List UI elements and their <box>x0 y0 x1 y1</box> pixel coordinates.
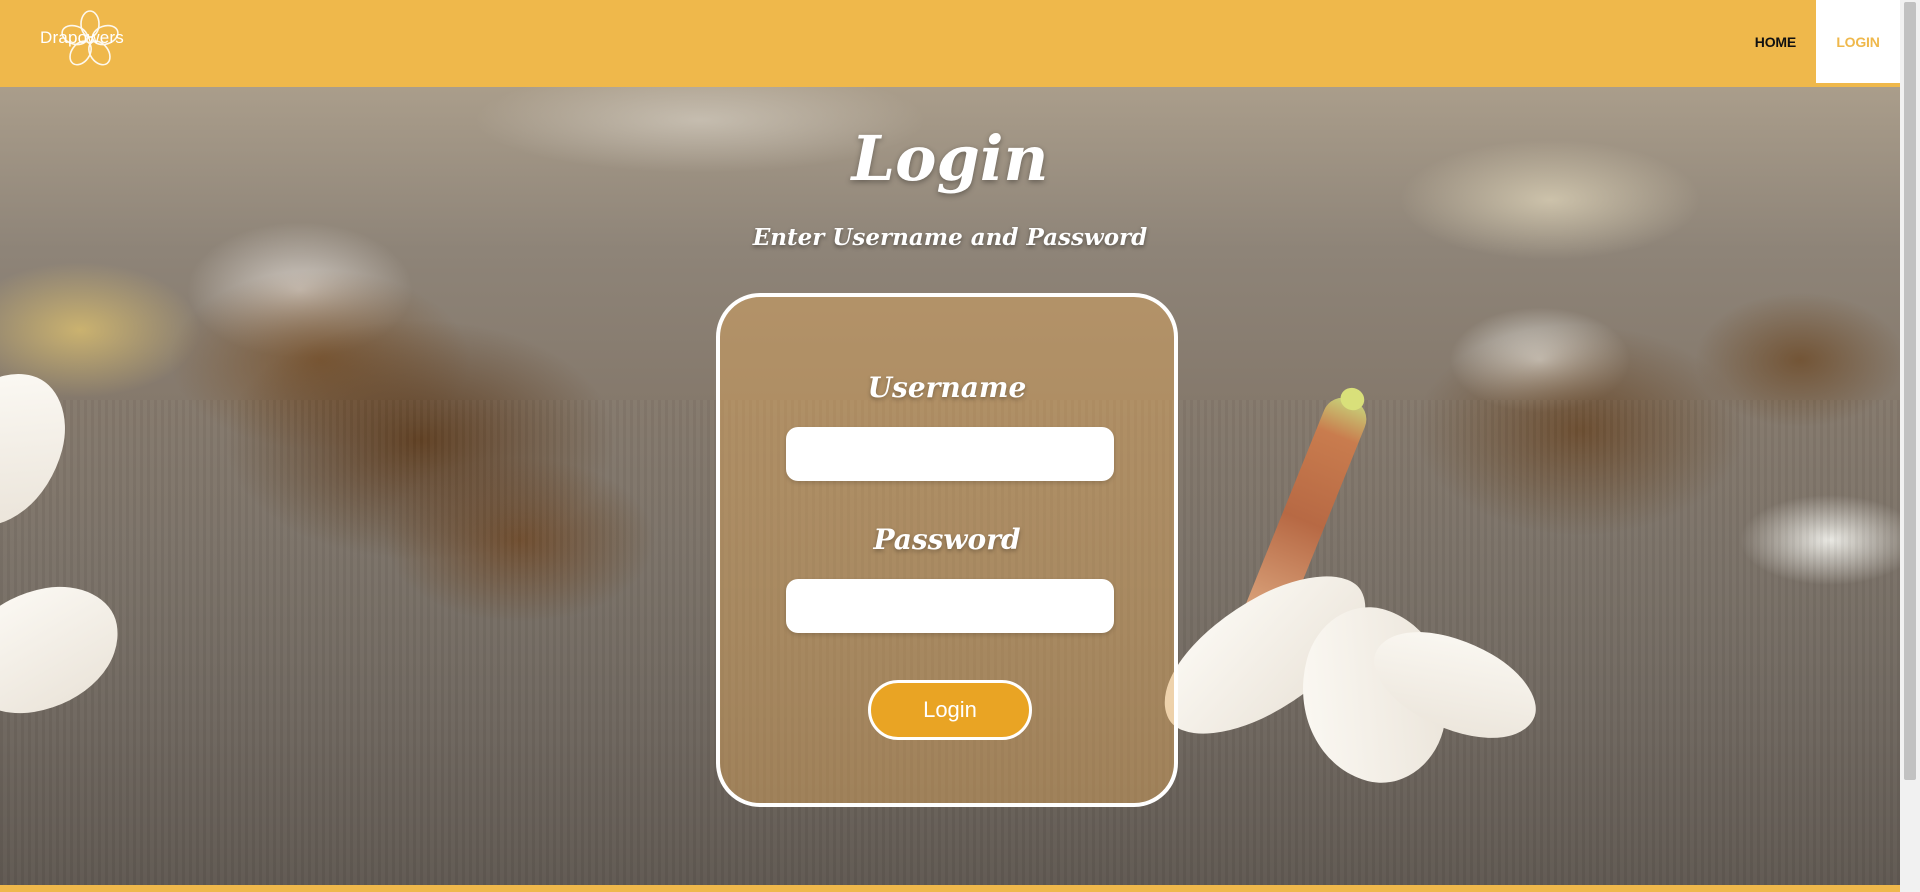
login-form-card: Username Password Login <box>716 293 1178 807</box>
username-label: Username <box>867 371 1027 404</box>
login-button[interactable]: Login <box>868 680 1032 740</box>
nav-login-link[interactable]: LOGIN <box>1816 0 1900 83</box>
username-input[interactable] <box>786 427 1114 481</box>
scrollbar-thumb[interactable] <box>1904 2 1916 780</box>
brand-name[interactable]: Drapowers <box>40 28 124 48</box>
password-label: Password <box>873 523 1021 556</box>
footer-strip <box>0 885 1900 892</box>
main-nav: HOME LOGIN <box>1735 0 1900 83</box>
nav-home-link[interactable]: HOME <box>1735 0 1816 83</box>
page-scrollbar[interactable] <box>1900 0 1920 892</box>
password-input[interactable] <box>786 579 1114 633</box>
page-subtitle: Enter Username and Password <box>752 224 1148 251</box>
top-navbar: Drapowers HOME LOGIN <box>0 0 1900 87</box>
page-title: Login <box>851 122 1049 195</box>
page: Drapowers HOME LOGIN Login Enter Usernam… <box>0 0 1920 892</box>
